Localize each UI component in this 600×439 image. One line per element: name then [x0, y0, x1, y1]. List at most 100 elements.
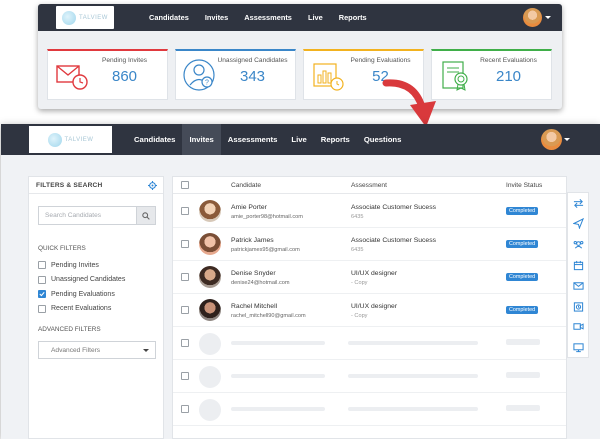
- app-logo[interactable]: TALVIEW: [29, 126, 112, 153]
- col-invite-status: Invite Status: [506, 182, 543, 189]
- status-badge: Completed: [506, 273, 539, 281]
- nav-assessments[interactable]: Assessments: [236, 13, 300, 22]
- row-checkbox[interactable]: [181, 339, 189, 347]
- filters-title: FILTERS & SEARCH: [36, 181, 103, 189]
- user-avatar[interactable]: [523, 8, 542, 27]
- nav-invites[interactable]: Invites: [197, 13, 236, 22]
- row-checkbox[interactable]: [181, 306, 189, 314]
- composite-screenshot: TALVIEW Candidates Invites Assessments L…: [0, 0, 600, 439]
- chevron-down-icon[interactable]: [564, 138, 570, 141]
- nav-reports[interactable]: Reports: [314, 124, 357, 155]
- nav-assessments[interactable]: Assessments: [221, 124, 285, 155]
- checkbox-checked[interactable]: [38, 290, 46, 299]
- nav-candidates[interactable]: Candidates: [141, 13, 197, 22]
- candidate-name: Patrick James: [231, 237, 274, 244]
- filter-label: Unassigned Candidates: [51, 276, 126, 284]
- assessment-name[interactable]: Associate Customer Sucess: [351, 204, 436, 211]
- select-all-checkbox[interactable]: [181, 181, 189, 189]
- stat-recent-evaluations[interactable]: Recent Evaluations 210: [431, 49, 552, 100]
- stat-label: Recent Evaluations: [480, 57, 537, 64]
- table-row[interactable]: Denise Snyder denise24@hotmail.com UI/UX…: [173, 261, 566, 294]
- search-icon: [142, 211, 150, 220]
- stat-unassigned-candidates[interactable]: ? Unassigned Candidates 343: [175, 49, 296, 100]
- filter-label: Recent Evaluations: [51, 305, 112, 313]
- mail-icon[interactable]: [568, 275, 588, 296]
- placeholder-row: [173, 360, 566, 393]
- candidate-email: denise24@hotmail.com: [231, 280, 290, 286]
- table-row[interactable]: Patrick James patrickjames95@gmail.com A…: [173, 228, 566, 261]
- monitor-icon[interactable]: [568, 337, 588, 358]
- search-input[interactable]: [39, 207, 136, 224]
- user-avatar[interactable]: [541, 129, 562, 150]
- candidate-email: patrickjames95@gmail.com: [231, 247, 300, 253]
- filter-pending-evaluations[interactable]: Pending Evaluations: [38, 287, 125, 302]
- table-row[interactable]: Rachel Mitchell rachel_mitchell90@gmail.…: [173, 294, 566, 327]
- candidate-name: Denise Snyder: [231, 270, 276, 277]
- checkbox[interactable]: [38, 275, 46, 284]
- invites-window: TALVIEW Candidates Invites Assessments L…: [1, 124, 600, 439]
- assessment-code: - Copy: [351, 313, 368, 319]
- action-rail: [567, 192, 589, 358]
- table-row[interactable]: Amie Porter amie_porter98@hotmail.com As…: [173, 195, 566, 228]
- row-checkbox[interactable]: [181, 273, 189, 281]
- search-button[interactable]: [136, 207, 155, 224]
- status-badge: Completed: [506, 306, 539, 314]
- nav-invites[interactable]: Invites: [182, 124, 221, 155]
- col-candidate: Candidate: [231, 182, 262, 189]
- avatar: [199, 299, 221, 321]
- candidate-email: amie_porter98@hotmail.com: [231, 214, 303, 220]
- row-checkbox[interactable]: [181, 372, 189, 380]
- quick-filters-label: QUICK FILTERS: [38, 245, 86, 252]
- row-checkbox[interactable]: [181, 405, 189, 413]
- candidate-search: [38, 206, 156, 225]
- avatar: [199, 233, 221, 255]
- avatar: [199, 200, 221, 222]
- filter-recent-evaluations[interactable]: Recent Evaluations: [38, 302, 125, 317]
- select-value: Advanced Filters: [51, 346, 101, 354]
- dashboard-navbar: TALVIEW Candidates Invites Assessments L…: [38, 4, 562, 31]
- assessment-name[interactable]: Associate Customer Sucess: [351, 237, 436, 244]
- placeholder-row: [173, 327, 566, 360]
- nav-candidates[interactable]: Candidates: [127, 124, 182, 155]
- assessment-code: 6435: [351, 247, 364, 253]
- assessment-name[interactable]: UI/UX designer: [351, 303, 397, 310]
- filter-label: Pending Evaluations: [51, 290, 115, 298]
- chevron-down-icon[interactable]: [545, 16, 551, 19]
- status-badge: Completed: [506, 207, 539, 215]
- filter-pending-invites[interactable]: Pending Invites: [38, 258, 125, 273]
- filter-label: Pending Invites: [51, 261, 99, 269]
- assessment-code: 6435: [351, 214, 364, 220]
- candidate-email: rachel_mitchell90@gmail.com: [231, 313, 306, 319]
- assessment-name[interactable]: UI/UX designer: [351, 270, 397, 277]
- stat-pending-invites[interactable]: Pending Invites 860: [47, 49, 168, 100]
- gear-icon[interactable]: [148, 180, 157, 190]
- row-checkbox[interactable]: [181, 207, 189, 215]
- app-logo[interactable]: TALVIEW: [56, 6, 114, 29]
- swap-icon[interactable]: [568, 193, 588, 214]
- row-checkbox[interactable]: [181, 240, 189, 248]
- video-icon[interactable]: [568, 317, 588, 338]
- stat-label: Unassigned Candidates: [217, 57, 288, 64]
- svg-text:?: ?: [205, 80, 209, 87]
- invites-table: Candidate Assessment Invite Status Amie …: [172, 176, 567, 439]
- nav-live[interactable]: Live: [284, 124, 313, 155]
- checkmark-icon: [39, 292, 45, 297]
- stat-value: 343: [239, 68, 266, 85]
- stat-value: 860: [111, 68, 138, 85]
- send-icon[interactable]: [568, 214, 588, 235]
- filters-sidebar: FILTERS & SEARCH QUICK FILTERS: [28, 176, 164, 439]
- nav-live[interactable]: Live: [300, 13, 331, 22]
- alarm-icon[interactable]: [568, 296, 588, 317]
- nav-reports[interactable]: Reports: [331, 13, 375, 22]
- calendar-icon[interactable]: [568, 255, 588, 276]
- nav-questions[interactable]: Questions: [357, 124, 409, 155]
- checkbox[interactable]: [38, 261, 46, 270]
- quick-filters-list: Pending Invites Unassigned Candidates Pe…: [38, 258, 125, 316]
- team-icon[interactable]: [568, 234, 588, 255]
- checkbox[interactable]: [38, 304, 46, 313]
- filter-unassigned-candidates[interactable]: Unassigned Candidates: [38, 273, 125, 288]
- stat-label: Pending Invites: [101, 57, 148, 64]
- table-header: Candidate Assessment Invite Status: [173, 177, 566, 194]
- status-badge: Completed: [506, 240, 539, 248]
- advanced-filters-select[interactable]: Advanced Filters: [38, 341, 156, 359]
